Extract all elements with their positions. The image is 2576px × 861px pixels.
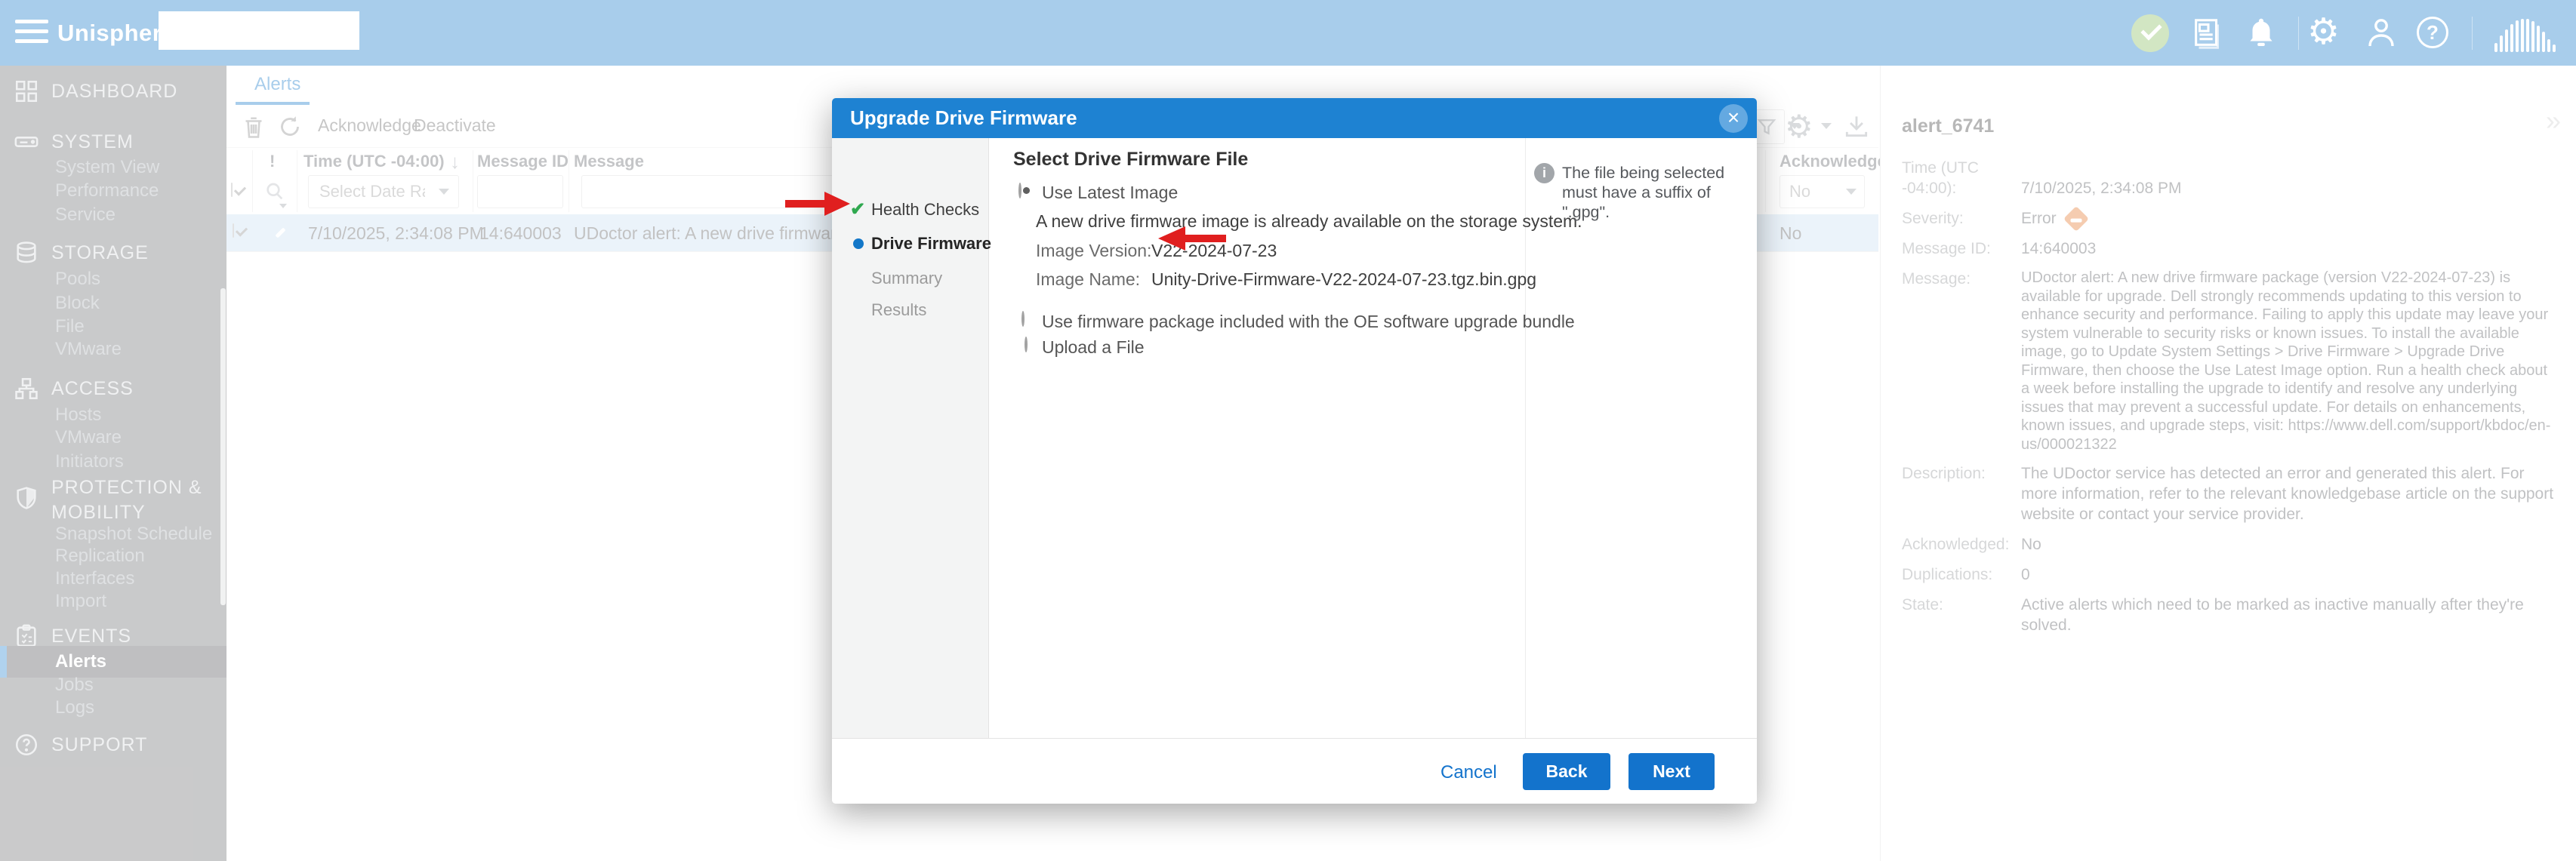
next-button[interactable]: Next [1628,753,1715,790]
gpg-suffix-note: The file being selected must have a suff… [1562,163,1757,222]
image-name-value: Unity-Drive-Firmware-V22-2024-07-23.tgz.… [1151,269,1536,290]
annotation-arrow-drive-firmware [785,190,850,217]
use-latest-image-label[interactable]: Use Latest Image [1042,183,1178,203]
step-health-checks[interactable]: Health Checks [871,198,979,222]
latest-image-description: A new drive firmware image is already av… [1036,211,1582,232]
dialog-header: Upgrade Drive Firmware × [832,98,1757,138]
image-name-label: Image Name: [1036,269,1140,290]
upgrade-drive-firmware-dialog: Upgrade Drive Firmware × ✔ Health Checks… [832,98,1757,804]
back-button[interactable]: Back [1523,753,1610,790]
info-icon: i [1534,163,1555,183]
step-results[interactable]: Results [871,298,926,322]
step-current-dot-icon [853,238,864,249]
upload-file-radio[interactable] [1025,337,1028,352]
close-icon[interactable]: × [1719,104,1748,133]
dialog-title: Upgrade Drive Firmware [850,98,1077,138]
step-summary[interactable]: Summary [871,266,942,291]
image-version-label: Image Version: [1036,241,1151,261]
step-drive-firmware[interactable]: Drive Firmware [871,232,991,256]
use-latest-image-radio[interactable] [1018,183,1021,198]
use-oe-bundle-radio[interactable] [1021,311,1025,327]
annotation-arrow-use-latest-image [1158,225,1226,252]
use-oe-bundle-label[interactable]: Use firmware package included with the O… [1042,312,1575,332]
cancel-button[interactable]: Cancel [1441,762,1497,783]
dialog-footer: Cancel Back Next [832,738,1757,804]
wizard-steps-panel: ✔ Health Checks Drive Firmware Summary R… [832,138,989,738]
step-done-check-icon: ✔ [850,198,865,222]
upload-file-label[interactable]: Upload a File [1042,337,1145,358]
dialog-content-heading: Select Drive Firmware File [1013,149,1248,171]
